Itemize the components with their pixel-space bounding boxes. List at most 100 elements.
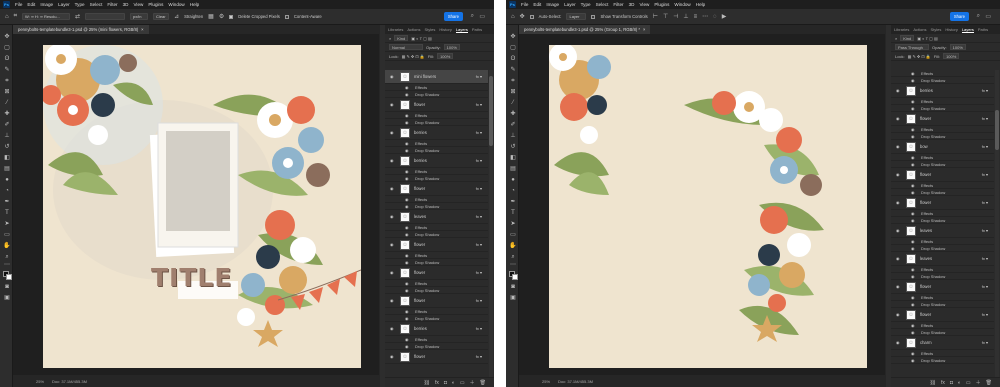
effect-row[interactable]: ◉ Drop Shadow bbox=[385, 259, 488, 266]
effect-row[interactable]: ◉ Drop Shadow bbox=[385, 147, 488, 154]
add-mask-icon[interactable]: ◘ bbox=[950, 380, 953, 386]
adjustment-layer-icon[interactable]: ◐ bbox=[958, 380, 961, 386]
transform-controls-checkbox[interactable] bbox=[591, 14, 596, 19]
visibility-eye-icon[interactable]: ◉ bbox=[911, 218, 917, 223]
effects-row[interactable]: ◉ Effects bbox=[891, 98, 994, 105]
frame-tool-icon[interactable]: ⊠ bbox=[3, 88, 11, 96]
canvas-area[interactable]: TITLE bbox=[13, 34, 379, 375]
zoom-tool-icon[interactable]: ⌕ bbox=[509, 253, 517, 261]
width-input[interactable] bbox=[85, 13, 126, 20]
layer-effects-icon[interactable]: fx ▾ bbox=[476, 326, 488, 331]
quick-mask-icon[interactable]: ◙ bbox=[3, 283, 11, 291]
healing-brush-icon[interactable]: ✚ bbox=[509, 110, 517, 118]
align-left-icon[interactable]: ⊢ bbox=[653, 13, 658, 20]
menu-image[interactable]: Image bbox=[546, 2, 559, 7]
menu-help[interactable]: Help bbox=[696, 2, 705, 7]
menu-layer[interactable]: Layer bbox=[564, 2, 576, 7]
effects-row[interactable]: ◉ Effects bbox=[385, 196, 488, 203]
type-tool-icon[interactable]: T bbox=[509, 209, 517, 217]
layer-effects-icon[interactable]: fx ▾ bbox=[476, 270, 488, 275]
menu-select[interactable]: Select bbox=[596, 2, 609, 7]
visibility-eye-icon[interactable]: ◉ bbox=[390, 130, 396, 135]
effect-row[interactable]: ◉ Drop Shadow bbox=[891, 357, 994, 364]
history-brush-icon[interactable]: ↺ bbox=[509, 143, 517, 151]
crop-tool-icon[interactable]: ⌗ bbox=[3, 77, 11, 85]
effects-row[interactable]: ◉ Effects bbox=[891, 238, 994, 245]
layer-effects-icon[interactable]: fx ▾ bbox=[476, 74, 488, 79]
menu-edit[interactable]: Edit bbox=[533, 2, 541, 7]
effect-row[interactable]: ◉ Drop Shadow bbox=[891, 77, 994, 84]
search-icon[interactable]: ⌕ bbox=[977, 13, 980, 20]
visibility-eye-icon[interactable]: ◉ bbox=[911, 71, 917, 76]
document-canvas[interactable] bbox=[549, 45, 867, 368]
filter-kind-select[interactable]: Kind bbox=[900, 35, 915, 41]
rectangle-tool-icon[interactable]: ▭ bbox=[509, 231, 517, 239]
tab-actions[interactable]: Actions bbox=[913, 27, 926, 32]
gradient-tool-icon[interactable]: ▤ bbox=[3, 165, 11, 173]
visibility-eye-icon[interactable]: ◉ bbox=[911, 302, 917, 307]
menu-3d[interactable]: 3D bbox=[123, 2, 129, 7]
screen-mode-icon[interactable]: ▣ bbox=[509, 294, 517, 302]
scrollbar-thumb[interactable] bbox=[489, 76, 493, 146]
layer-row[interactable]: ◉ ✿ flower fx ▾ bbox=[891, 168, 994, 182]
fx-menu-icon[interactable]: fx bbox=[941, 380, 945, 386]
path-select-icon[interactable]: ➤ bbox=[3, 220, 11, 228]
layer-row[interactable]: ◉ ✿ berries fx ▾ bbox=[385, 154, 488, 168]
visibility-eye-icon[interactable]: ◉ bbox=[405, 120, 411, 125]
document-tab[interactable]: pennybolts-templatebundle3-1.psd @ 25% (… bbox=[519, 25, 651, 34]
visibility-eye-icon[interactable]: ◉ bbox=[405, 85, 411, 90]
menu-filter[interactable]: Filter bbox=[613, 2, 623, 7]
layer-effects-icon[interactable]: fx ▾ bbox=[476, 186, 488, 191]
dodge-tool-icon[interactable]: ◔ bbox=[3, 187, 11, 195]
layer-row[interactable]: ◉ ✿ flower fx ▾ bbox=[891, 308, 994, 322]
blend-mode-select[interactable]: Pass Through bbox=[895, 44, 929, 50]
visibility-eye-icon[interactable]: ◉ bbox=[911, 99, 917, 104]
title-text[interactable]: TITLE bbox=[151, 263, 232, 292]
eyedropper-tool-icon[interactable]: ⁄ bbox=[509, 99, 517, 107]
background-color-swatch[interactable] bbox=[6, 274, 12, 280]
visibility-eye-icon[interactable]: ◉ bbox=[405, 92, 411, 97]
layer-row[interactable]: ◉ ✿ leaves fx ▾ bbox=[385, 210, 488, 224]
delete-layer-icon[interactable]: 🗑 bbox=[480, 380, 486, 386]
share-button[interactable]: Share bbox=[949, 12, 969, 21]
visibility-eye-icon[interactable]: ◉ bbox=[911, 267, 917, 272]
effect-row[interactable]: ◉ Drop Shadow bbox=[891, 273, 994, 280]
visibility-eye-icon[interactable]: ◉ bbox=[405, 232, 411, 237]
effect-row[interactable]: ◉ Drop Shadow bbox=[891, 329, 994, 336]
tab-history[interactable]: History bbox=[439, 27, 451, 32]
auto-select-checkbox[interactable] bbox=[529, 14, 534, 19]
align-middle-icon[interactable]: ≡ bbox=[694, 14, 698, 20]
crop-tool-icon[interactable]: ⌗ bbox=[14, 13, 17, 20]
visibility-eye-icon[interactable]: ◉ bbox=[390, 242, 396, 247]
effects-row[interactable]: ◉ Effects bbox=[891, 350, 994, 357]
effects-row[interactable]: ◉ Effects bbox=[385, 308, 488, 315]
visibility-eye-icon[interactable]: ◉ bbox=[911, 106, 917, 111]
effects-row[interactable]: ◉ Effects bbox=[385, 336, 488, 343]
visibility-eye-icon[interactable]: ◉ bbox=[911, 190, 917, 195]
crop-tool-icon[interactable]: ⌗ bbox=[509, 77, 517, 85]
effect-row[interactable]: ◉ Drop Shadow bbox=[891, 105, 994, 112]
visibility-eye-icon[interactable]: ◉ bbox=[405, 225, 411, 230]
menu-select[interactable]: Select bbox=[90, 2, 103, 7]
visibility-eye-icon[interactable]: ◉ bbox=[390, 354, 396, 359]
layer-row[interactable]: ◉ ✿ berries fx ▾ bbox=[385, 322, 488, 336]
menu-window[interactable]: Window bbox=[168, 2, 184, 7]
document-tab[interactable]: pennybolts-templatebundle3-1.psd @ 25% (… bbox=[13, 25, 149, 34]
lock-icons[interactable]: ▦ ✎ ✥ ⊡ 🔒 bbox=[402, 54, 425, 59]
effect-row[interactable]: ◉ Drop Shadow bbox=[385, 315, 488, 322]
filter-kind-select[interactable]: Kind bbox=[394, 35, 409, 41]
visibility-eye-icon[interactable]: ◉ bbox=[911, 274, 917, 279]
photoshop-app-icon[interactable]: Ps bbox=[509, 1, 516, 8]
settings-gear-icon[interactable]: ⚙ bbox=[219, 13, 224, 20]
visibility-eye-icon[interactable]: ◉ bbox=[405, 148, 411, 153]
tab-history[interactable]: History bbox=[945, 27, 957, 32]
menu-layer[interactable]: Layer bbox=[58, 2, 70, 7]
effect-row[interactable]: ◉ Drop Shadow bbox=[891, 161, 994, 168]
filter-icons[interactable]: ▣ ◐ T ▢ ▤ bbox=[411, 36, 432, 41]
visibility-eye-icon[interactable]: ◉ bbox=[405, 337, 411, 342]
zoom-level[interactable]: 25% bbox=[542, 379, 550, 384]
layer-row[interactable]: ◉ ✿ flower fx ▾ bbox=[385, 98, 488, 112]
3d-mode-icon[interactable]: ◌ bbox=[713, 14, 717, 20]
clear-button[interactable]: Clear bbox=[153, 13, 170, 20]
visibility-eye-icon[interactable]: ◉ bbox=[405, 253, 411, 258]
